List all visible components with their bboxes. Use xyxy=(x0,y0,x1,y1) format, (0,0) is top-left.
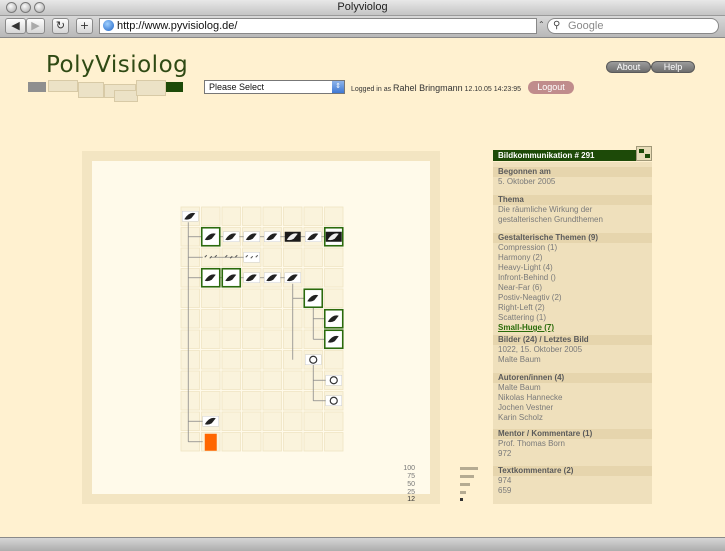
theme-link[interactable]: Infront-Behind () xyxy=(493,273,652,283)
panel-title: Bildkommunikation # 291 xyxy=(493,150,636,161)
theme-link[interactable]: Harmony (2) xyxy=(493,253,652,263)
window-titlebar: Polyviolog xyxy=(0,0,725,16)
panel-section-line: 659 xyxy=(498,486,512,495)
theme-link[interactable]: Postiv-Neagtiv (2) xyxy=(493,293,652,303)
address-bar[interactable]: http://www.pyvisiolog.de/ xyxy=(99,18,537,34)
panel-section: Textkommentare (2) 974 659 xyxy=(493,466,652,496)
panel-section-line: Nikolas Hannecke xyxy=(498,393,563,402)
panel-section-line: 1022, 15. Oktober 2005 xyxy=(498,345,583,354)
panel-section-line: Die räumliche Wirkung der xyxy=(498,205,593,214)
project-select[interactable]: Please Select ⇕ xyxy=(204,80,345,94)
panel-section-line: Prof. Thomas Born xyxy=(498,439,565,448)
globe-icon xyxy=(103,20,114,31)
visualization-canvas xyxy=(92,161,430,494)
panel-section-heading: Begonnen am xyxy=(493,167,652,177)
panel-section-line: 974 xyxy=(498,476,512,485)
theme-link[interactable]: Right-Left (2) xyxy=(493,303,652,313)
theme-link[interactable]: Heavy-Light (4) xyxy=(493,263,652,273)
back-arrow-icon: ◀ xyxy=(11,19,20,32)
panel-section-line: Malte Baum xyxy=(498,383,541,392)
browser-toolbar: ◀ ▶ ↻ + http://www.pyvisiolog.de/ ⌃ ⚲ Go… xyxy=(0,16,725,38)
panel-section-heading: Textkommentare (2) xyxy=(493,466,652,476)
forward-arrow-icon: ▶ xyxy=(31,19,40,32)
size-legend: 100 75 50 25 12 xyxy=(403,465,485,503)
panel-section-line: 5. Oktober 2005 xyxy=(498,177,556,186)
panel-section: Autoren/innen (4) Malte Baum Nikolas Hanne… xyxy=(493,373,652,423)
window-bottom-bar xyxy=(0,537,725,551)
panel-section-line: 972 xyxy=(498,449,512,458)
forward-button[interactable]: ▶ xyxy=(26,18,45,34)
address-url: http://www.pyvisiolog.de/ xyxy=(117,20,238,32)
select-arrows-icon: ⇕ xyxy=(332,81,344,93)
help-button[interactable]: Help xyxy=(651,61,695,73)
panel-section: Mentor / Kommentare (1) Prof. Thomas Born… xyxy=(493,429,652,459)
plus-icon: + xyxy=(79,19,90,32)
about-button[interactable]: About xyxy=(606,61,651,73)
login-time: 12.10.05 14:23:95 xyxy=(464,86,521,93)
window-title: Polyviolog xyxy=(337,1,388,13)
panel-section-heading: Mentor / Kommentare (1) xyxy=(493,429,652,439)
reload-icon: ↻ xyxy=(55,19,66,32)
reload-button[interactable]: ↻ xyxy=(52,18,69,34)
panel-section-line: Jochen Vestner xyxy=(498,403,554,412)
panel-section: Bilder (24) / Letztes Bild 1022, 15. Okto… xyxy=(493,335,652,365)
search-icon: ⚲ xyxy=(553,20,561,31)
panel-section-heading: Gestalterische Themen (9) xyxy=(493,233,652,243)
theme-link[interactable]: Near-Far (6) xyxy=(493,283,652,293)
panel-grid-icon[interactable] xyxy=(636,146,652,161)
search-placeholder: Google xyxy=(568,20,604,32)
back-button[interactable]: ◀ xyxy=(5,18,26,34)
user-name: Rahel Bringmann xyxy=(393,83,463,93)
panel-section: Begonnen am 5. Oktober 2005 xyxy=(493,167,652,187)
logged-in-label: Logged in as xyxy=(351,86,392,93)
panel-section-heading: Thema xyxy=(493,195,652,205)
logout-button[interactable]: Logout xyxy=(528,81,574,94)
panel-section-heading: Bilder (24) / Letztes Bild xyxy=(493,335,652,345)
panel-section: Thema Die räumliche Wirkung der gestalteri… xyxy=(493,195,652,225)
theme-link[interactable]: Compression (1) xyxy=(493,243,652,253)
panel-section-heading: Autoren/innen (4) xyxy=(493,373,652,383)
login-status: Logged in as Rahel Bringmann 12.10.05 14… xyxy=(351,83,521,93)
theme-link[interactable]: Small-Huge (7) xyxy=(493,323,652,333)
logo-strip xyxy=(28,80,183,102)
panel-section-line: Malte Baum xyxy=(498,355,541,364)
theme-link[interactable]: Scattering (1) xyxy=(493,313,652,323)
snapback-icon[interactable]: ⌃ xyxy=(538,20,545,29)
project-select-value: Please Select xyxy=(209,82,265,92)
search-field[interactable]: ⚲ Google xyxy=(547,18,719,34)
site-logo[interactable]: PolyVisiolog xyxy=(46,52,188,78)
panel-section-line: Karin Scholz xyxy=(498,413,543,422)
add-bookmark-button[interactable]: + xyxy=(76,18,93,34)
panel-section: Gestalterische Themen (9) Compression (1)… xyxy=(493,233,652,333)
panel-section-line: gestalterischen Grundthemen xyxy=(498,215,603,224)
